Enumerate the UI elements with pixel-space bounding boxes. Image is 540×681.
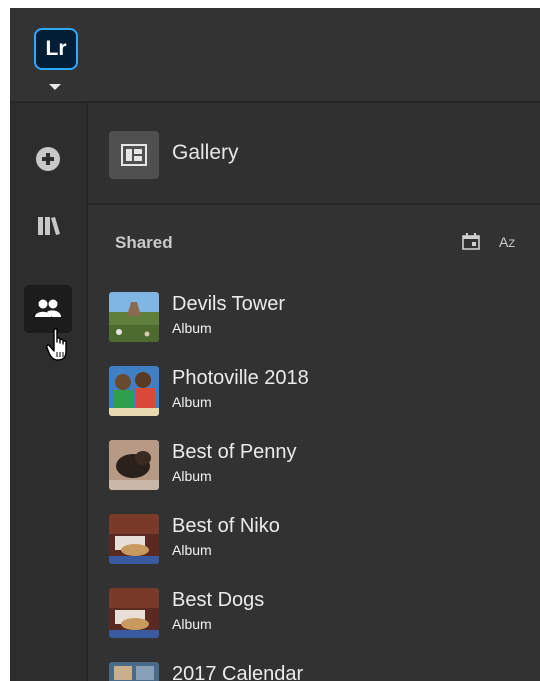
album-thumbnail	[109, 588, 159, 638]
sort-az-small: Z	[508, 238, 516, 250]
album-type: Album	[172, 616, 212, 632]
album-item[interactable]: Photoville 2018 Album	[109, 366, 529, 418]
album-item[interactable]: Best Dogs Album	[109, 588, 529, 640]
album-type: Album	[172, 320, 212, 336]
lightroom-logo[interactable]: Lr	[34, 28, 78, 70]
chevron-down-icon[interactable]	[49, 84, 61, 90]
left-rail	[10, 103, 88, 681]
album-type: Album	[172, 394, 212, 410]
album-name: Photoville 2018	[172, 367, 309, 389]
hand-cursor-icon	[46, 328, 67, 361]
album-thumbnail	[109, 662, 159, 681]
library-icon	[38, 217, 60, 235]
album-thumbnail	[109, 440, 159, 490]
album-thumbnail	[109, 366, 159, 416]
gallery-icon	[121, 144, 147, 166]
album-thumbnail	[109, 292, 159, 342]
add-photos-button[interactable]	[24, 135, 72, 183]
library-button[interactable]	[24, 202, 72, 250]
lightroom-window: Lr Gallery Shared AZ Devils Tower Album …	[10, 8, 540, 681]
alpha-sort-icon[interactable]: AZ	[499, 234, 515, 250]
album-name: Best of Niko	[172, 515, 280, 537]
album-type: Album	[172, 542, 212, 558]
album-name: Best Dogs	[172, 589, 265, 611]
calendar-sort-icon[interactable]	[462, 233, 480, 250]
album-name: Best of Penny	[172, 441, 297, 463]
sort-az-big: A	[499, 234, 509, 250]
shared-button[interactable]	[24, 285, 72, 333]
album-item[interactable]: Devils Tower Album	[109, 292, 529, 344]
album-name: 2017 Calendar	[172, 663, 304, 681]
album-item[interactable]: 2017 Calendar	[109, 662, 529, 681]
album-item[interactable]: Best of Niko Album	[109, 514, 529, 566]
gallery-icon-button[interactable]	[109, 131, 159, 179]
album-name: Devils Tower	[172, 293, 285, 315]
people-icon	[35, 299, 61, 317]
logo-text: Lr	[45, 37, 67, 60]
album-type: Album	[172, 468, 212, 484]
plus-circle-icon	[36, 147, 60, 171]
shared-heading: Shared	[115, 233, 173, 252]
gallery-item[interactable]: Gallery	[88, 103, 540, 205]
gallery-label: Gallery	[172, 141, 239, 164]
top-bar: Lr	[10, 8, 540, 103]
album-thumbnail	[109, 514, 159, 564]
album-item[interactable]: Best of Penny Album	[109, 440, 529, 492]
